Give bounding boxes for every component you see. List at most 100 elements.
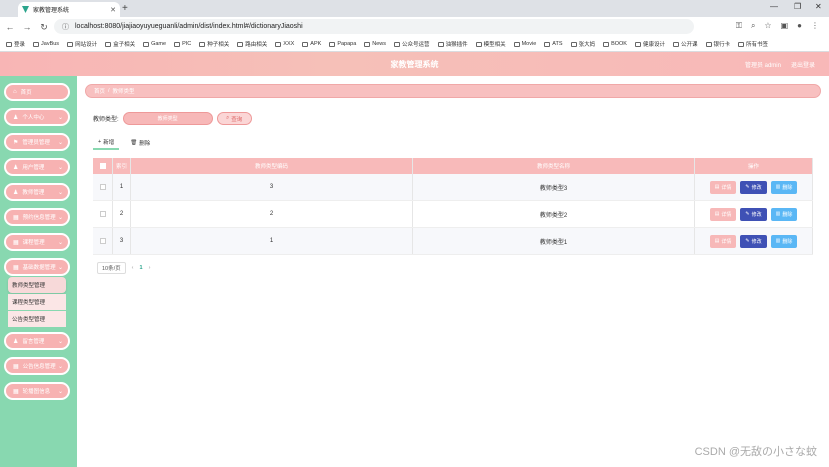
page-number[interactable]: 1 [140,265,143,271]
detail-button[interactable]: ▤ 详情 [709,207,737,221]
prev-page-icon[interactable]: ‹ [132,265,134,271]
key-icon[interactable]: ⚿ [736,21,742,31]
search-button-label: 查询 [231,116,243,123]
add-button[interactable]: + 新增 [93,136,120,150]
menu-icon[interactable]: ⋮ [811,21,819,31]
maximize-icon[interactable]: ❐ [794,2,801,11]
sidebar-item[interactable]: ♟ 个人中心 ⌄ [4,108,70,126]
bookmark-label: JavBus [41,41,60,47]
row-checkbox[interactable] [99,184,106,190]
trash-icon: 🗑 [130,140,138,146]
back-icon[interactable]: ← [3,22,17,32]
sidebar-item[interactable]: ▦ 基础数据管理 ⌄ [4,258,70,276]
bookmark-item[interactable]: 盒子相关 [105,40,135,48]
bookmark-item[interactable]: JavBus [33,41,59,47]
window-close-icon[interactable]: ✕ [815,2,822,11]
extension-icon[interactable]: ▣ [781,21,789,31]
remove-button[interactable]: ▥ 删除 [770,234,798,248]
sidebar-item[interactable]: ⌂ 首页 [4,83,70,101]
bookmark-item[interactable]: Movie [513,41,536,47]
bookmark-item[interactable]: 油猴插件 [437,40,468,48]
bookmark-item[interactable]: 路由相关 [237,40,267,48]
detail-button[interactable]: ▤ 详情 [709,234,737,248]
row-checkbox[interactable] [99,211,106,217]
admin-label: 管理员 admin [744,63,781,69]
select-all-checkbox[interactable] [99,163,106,169]
sidebar-item[interactable]: ▦ 课程管理 ⌄ [4,233,70,251]
star-icon[interactable]: ☆ [764,21,771,31]
chevron-down-icon: ⌄ [57,338,63,345]
bookmark-item[interactable]: XXX [275,41,294,47]
remove-button[interactable]: ▥ 删除 [770,180,798,194]
user-icon: ♟ [13,114,19,121]
bookmark-item[interactable]: PIC [174,41,191,47]
browser-tab[interactable]: 家教管理系统 ✕ [18,2,120,17]
bookmark-label: 健康设计 [642,42,665,48]
search-button[interactable]: ⌕ 查询 [216,112,252,125]
folder-icon [705,41,712,47]
bookmark-item[interactable]: News [364,41,386,47]
sidebar-item[interactable]: ▦ 公告信息管理 ⌄ [4,357,70,375]
bookmark-item[interactable]: ATS [544,41,563,47]
submenu-item[interactable]: 教师类型管理 [8,277,66,293]
profile-icon[interactable]: ● [797,21,802,31]
forward-icon[interactable]: → [20,22,34,32]
bookmark-item[interactable]: 银行卡 [705,40,730,48]
bookmark-item[interactable]: 公众号运营 [394,40,430,48]
bookmark-item[interactable]: 模型相关 [475,40,506,48]
bookmark-label: 登录 [14,42,26,48]
detail-label: 详情 [721,211,732,218]
bookmark-item[interactable]: Game [143,41,166,47]
delete-label: 删除 [139,141,151,147]
submenu-item[interactable]: 课程类型管理 [8,294,66,310]
next-page-icon[interactable]: › [149,265,151,271]
submenu-item[interactable]: 公告类型管理 [8,311,66,327]
new-tab-button[interactable]: + [122,3,128,14]
reload-icon[interactable]: ↻ [37,22,51,33]
watermark: CSDN @无敌の小さな蚊 [694,446,817,458]
bookmark-item[interactable]: 公开课 [673,40,698,48]
sidebar-item-label: 公告信息管理 [22,364,56,370]
edit-button[interactable]: ✎ 修改 [740,180,767,194]
breadcrumb-home[interactable]: 首页 [94,87,105,95]
bookmark-item[interactable]: APK [302,41,321,47]
page-size-select[interactable]: 10条/页 [97,262,126,274]
detail-button[interactable]: ▤ 详情 [709,180,737,194]
bookmark-item[interactable]: 种子相关 [199,40,229,48]
sidebar-item[interactable]: ♟ 留言管理 ⌄ [4,332,70,350]
toolbar-icons: ⚿ ⌕ ☆ ▣ ● ⋮ [736,21,819,31]
sidebar-item[interactable]: ⚑ 管理员管理 ⌄ [4,133,70,151]
minimize-icon[interactable]: — [770,2,778,11]
bookmark-item[interactable]: 健康设计 [634,40,665,48]
edit-button[interactable]: ✎ 修改 [740,234,767,248]
bookmark-item[interactable]: 登录 [6,40,25,48]
delete-button[interactable]: 🗑 删除 [125,136,155,150]
search-input[interactable]: 教师类型 [122,112,213,125]
folder-icon [738,41,745,47]
sidebar-item[interactable]: ▦ 预约信息管理 ⌄ [4,208,70,226]
bookmark-item[interactable]: 所有书签 [738,40,768,48]
address-bar[interactable]: ⓘ localhost:8080/jiajiaoyuyueguanli/admi… [54,19,694,34]
row-checkbox[interactable] [99,238,106,244]
info-icon[interactable]: ⓘ [62,22,69,32]
sidebar-item[interactable]: ♟ 用户管理 ⌄ [4,158,70,176]
bookmark-label: Game [151,41,167,47]
remove-label: 删除 [782,238,793,245]
sidebar-item[interactable]: ♟ 教师管理 ⌄ [4,183,70,201]
bookmark-item[interactable]: Papapa [329,41,356,47]
edit-button[interactable]: ✎ 修改 [740,207,767,221]
sidebar-item[interactable]: ▦ 轮播图信息 ⌄ [4,382,70,400]
bookmark-item[interactable]: 网站设计 [67,40,97,48]
bookmark-item[interactable]: BOOK [603,41,627,47]
remove-label: 删除 [782,184,793,191]
sidebar-item-label: 留言管理 [22,339,45,345]
logout-link[interactable]: 退出登录 [791,60,815,69]
remove-button[interactable]: ▥ 删除 [770,207,798,221]
close-icon[interactable]: ✕ [110,6,116,14]
bookmarks-bar: 登录 JavBus 网站设计 盒子相关 Game PIC 种子相关 路由相关 XXX APK Pap… [0,37,829,52]
home-icon: ⌂ [13,89,17,95]
bookmark-label: ATS [552,41,563,47]
folder-icon [673,41,679,47]
zoom-icon[interactable]: ⌕ [751,21,755,31]
bookmark-item[interactable]: 张大妈 [570,40,595,48]
